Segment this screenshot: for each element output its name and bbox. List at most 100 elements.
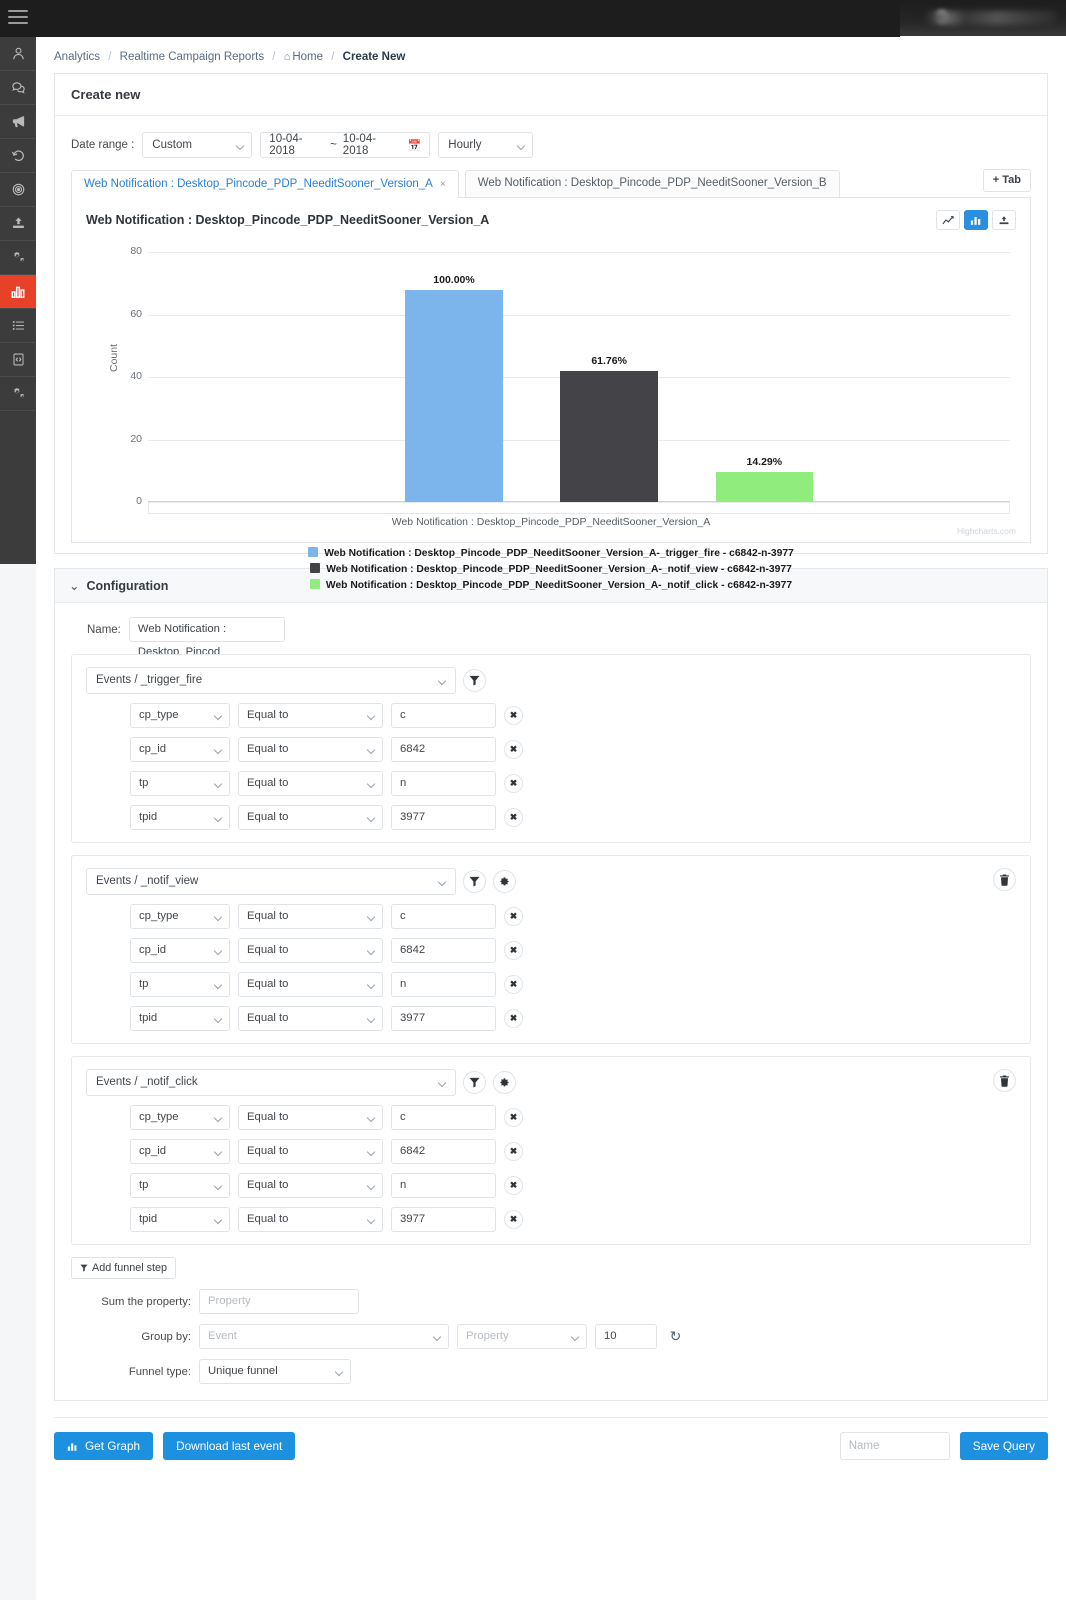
filter-property-select[interactable]: cp_type xyxy=(130,1105,230,1130)
bar-trigger-fire[interactable]: 100.00% xyxy=(405,274,503,502)
filter-value-input[interactable]: c xyxy=(391,703,496,728)
filter-operator-select[interactable]: Equal to xyxy=(238,938,383,963)
filter-icon[interactable] xyxy=(463,870,486,893)
remove-filter-button[interactable]: ✖ xyxy=(504,774,523,793)
gear-icon[interactable] xyxy=(493,870,516,893)
tab-version-b[interactable]: Web Notification : Desktop_Pincode_PDP_N… xyxy=(464,170,840,197)
filter-value-input[interactable]: 6842 xyxy=(391,1139,496,1164)
bar-notif-view[interactable]: 61.76% xyxy=(560,355,658,502)
add-tab-button[interactable]: + Tab xyxy=(982,169,1031,192)
filter-value-input[interactable]: n xyxy=(391,1173,496,1198)
bar-notif-click[interactable]: 14.29% xyxy=(715,456,814,502)
filter-operator-select[interactable]: Equal to xyxy=(238,1139,383,1164)
filter-property-select[interactable]: cp_id xyxy=(130,1139,230,1164)
filter-value-input[interactable]: 3977 xyxy=(391,1207,496,1232)
sidebar-item-lists[interactable] xyxy=(0,309,36,343)
group-by-property-select[interactable]: Property xyxy=(457,1324,587,1349)
filter-value-input[interactable]: n xyxy=(391,972,496,997)
group-by-event-select[interactable]: Event xyxy=(199,1324,449,1349)
funnel-type-select[interactable]: Unique funnel xyxy=(199,1359,351,1384)
sidebar-item-campaigns[interactable] xyxy=(0,105,36,139)
filter-operator-select[interactable]: Equal to xyxy=(238,1173,383,1198)
filter-property-select[interactable]: tpid xyxy=(130,1207,230,1232)
filter-operator-select[interactable]: Equal to xyxy=(238,737,383,762)
breadcrumb-analytics[interactable]: Analytics xyxy=(54,51,100,63)
remove-filter-button[interactable]: ✖ xyxy=(504,1108,523,1127)
filter-value-input[interactable]: 3977 xyxy=(391,805,496,830)
filter-operator-select[interactable]: Equal to xyxy=(238,805,383,830)
filter-operator-select[interactable]: Equal to xyxy=(238,904,383,929)
filter-operator-select[interactable]: Equal to xyxy=(238,771,383,796)
filter-icon[interactable] xyxy=(463,1071,486,1094)
sidebar-item-targeting[interactable] xyxy=(0,173,36,207)
filter-property-select[interactable]: cp_type xyxy=(130,703,230,728)
filter-operator-select[interactable]: Equal to xyxy=(238,972,383,997)
filter-icon[interactable] xyxy=(463,669,486,692)
highcharts-credit[interactable]: Highcharts.com xyxy=(957,526,1016,536)
sidebar-item-history[interactable] xyxy=(0,139,36,173)
legend-item-notif-view[interactable]: Web Notification : Desktop_Pincode_PDP_N… xyxy=(80,562,1022,578)
line-chart-toggle[interactable] xyxy=(936,210,960,230)
bar-chart-toggle[interactable] xyxy=(964,210,988,230)
remove-filter-button[interactable]: ✖ xyxy=(504,706,523,725)
event-select[interactable]: Events / _notif_click xyxy=(86,1069,456,1096)
sidebar-item-users[interactable] xyxy=(0,37,36,71)
sidebar-item-analytics[interactable] xyxy=(0,275,36,309)
add-funnel-step-button[interactable]: Add funnel step xyxy=(71,1257,177,1279)
filter-property-select[interactable]: tpid xyxy=(130,805,230,830)
remove-filter-button[interactable]: ✖ xyxy=(504,941,523,960)
filter-operator-select[interactable]: Equal to xyxy=(238,1006,383,1031)
granularity-select[interactable]: Hourly xyxy=(438,132,534,158)
filter-value-input[interactable]: c xyxy=(391,904,496,929)
filter-value-input[interactable]: 3977 xyxy=(391,1006,496,1031)
remove-filter-button[interactable]: ✖ xyxy=(504,740,523,759)
sidebar-item-advanced-settings[interactable] xyxy=(0,377,36,411)
date-range-input[interactable]: 10-04-2018 ~ 10-04-2018 📅 xyxy=(260,132,431,158)
filter-operator-select[interactable]: Equal to xyxy=(238,703,383,728)
filter-property-select[interactable]: cp_id xyxy=(130,737,230,762)
sidebar-item-settings[interactable] xyxy=(0,241,36,275)
get-graph-button[interactable]: Get Graph xyxy=(54,1432,154,1460)
trash-icon[interactable] xyxy=(993,868,1016,891)
filter-value-input[interactable]: n xyxy=(391,771,496,796)
tab-version-a[interactable]: Web Notification : Desktop_Pincode_PDP_N… xyxy=(71,170,459,198)
query-name-input[interactable]: Web Notification : Desktop_Pincod xyxy=(128,617,285,658)
date-range-preset-select[interactable]: Custom xyxy=(142,132,253,158)
filter-property-select[interactable]: cp_type xyxy=(130,904,230,929)
group-by-limit-input[interactable]: 10 xyxy=(595,1324,657,1349)
filter-value-input[interactable]: c xyxy=(391,1105,496,1130)
sum-property-input[interactable]: Property xyxy=(199,1289,359,1314)
sidebar-item-code[interactable] xyxy=(0,343,36,377)
filter-operator-select[interactable]: Equal to xyxy=(238,1207,383,1232)
trash-icon[interactable] xyxy=(993,1069,1016,1092)
save-query-button[interactable]: Save Query xyxy=(959,1432,1048,1460)
filter-property-select[interactable]: tp xyxy=(130,771,230,796)
remove-filter-button[interactable]: ✖ xyxy=(504,1009,523,1028)
legend-item-trigger-fire[interactable]: Web Notification : Desktop_Pincode_PDP_N… xyxy=(80,546,1022,562)
remove-filter-button[interactable]: ✖ xyxy=(504,975,523,994)
breadcrumb-home[interactable]: Home xyxy=(292,51,323,63)
download-last-event-button[interactable]: Download last event xyxy=(163,1432,296,1460)
filter-property-select[interactable]: cp_id xyxy=(130,938,230,963)
close-icon[interactable]: × xyxy=(440,179,446,190)
filter-operator-select[interactable]: Equal to xyxy=(238,1105,383,1130)
reset-icon[interactable]: ↻ xyxy=(665,1326,686,1347)
remove-filter-button[interactable]: ✖ xyxy=(504,1210,523,1229)
filter-value-input[interactable]: 6842 xyxy=(391,938,496,963)
legend-item-notif-click[interactable]: Web Notification : Desktop_Pincode_PDP_N… xyxy=(80,578,1022,594)
breadcrumb-realtime-campaign-reports[interactable]: Realtime Campaign Reports xyxy=(120,51,264,63)
event-select[interactable]: Events / _notif_view xyxy=(86,868,456,895)
user-account-area[interactable] xyxy=(900,0,1066,37)
calendar-icon[interactable]: 📅 xyxy=(408,139,422,152)
filter-property-select[interactable]: tp xyxy=(130,1173,230,1198)
filter-value-input[interactable]: 6842 xyxy=(391,737,496,762)
download-chart-button[interactable] xyxy=(992,210,1016,230)
hamburger-menu-icon[interactable] xyxy=(8,10,28,26)
remove-filter-button[interactable]: ✖ xyxy=(504,808,523,827)
remove-filter-button[interactable]: ✖ xyxy=(504,907,523,926)
event-select[interactable]: Events / _trigger_fire xyxy=(86,667,456,694)
sidebar-item-messages[interactable] xyxy=(0,71,36,105)
sidebar-item-upload[interactable] xyxy=(0,207,36,241)
filter-property-select[interactable]: tpid xyxy=(130,1006,230,1031)
gear-icon[interactable] xyxy=(493,1071,516,1094)
